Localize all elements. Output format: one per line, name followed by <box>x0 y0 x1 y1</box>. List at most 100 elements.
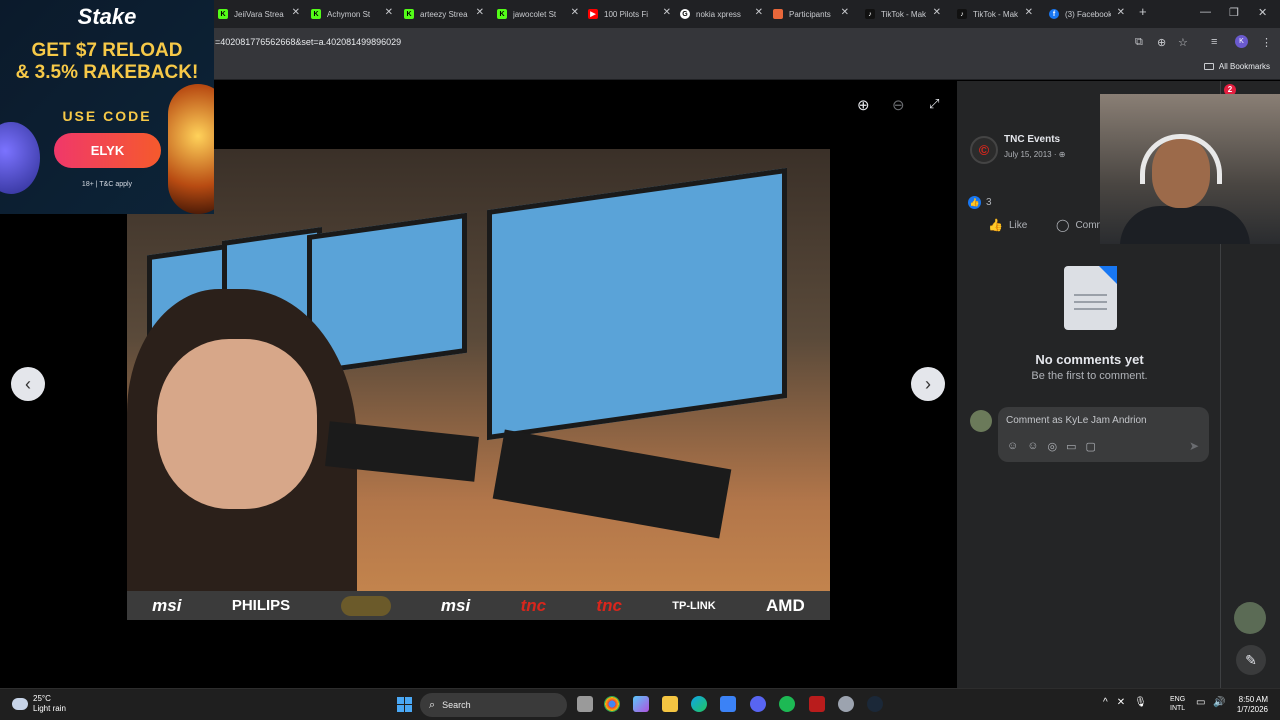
tab-tiktok-2[interactable]: ♪ TikTok - Mak ✕ <box>957 4 1033 24</box>
system-tray: ^ ✕ 🎙 <box>1103 697 1147 708</box>
discord-icon[interactable] <box>750 696 766 712</box>
close-tab-icon[interactable]: ✕ <box>841 7 849 18</box>
close-tab-icon[interactable]: ✕ <box>292 7 300 18</box>
facebook-icon: f <box>1049 9 1059 19</box>
ad-headline: GET $7 RELOAD & 3.5% RAKEBACK! <box>0 40 214 84</box>
next-photo-button[interactable]: › <box>911 367 945 401</box>
like-button[interactable]: 👍 Like <box>988 218 1027 232</box>
close-window-button[interactable]: ✕ <box>1258 6 1267 19</box>
weather-condition: Light rain <box>33 704 66 713</box>
zoom-icon[interactable]: ⊕ <box>1157 36 1166 49</box>
copilot-icon[interactable] <box>633 696 649 712</box>
globe-icon: ⊕ <box>1058 150 1066 159</box>
stake-ad-overlay[interactable]: Stake GET $7 RELOAD & 3.5% RAKEBACK! USE … <box>0 0 214 214</box>
player-face <box>157 339 317 509</box>
sponsor-logo: tnc <box>520 595 547 615</box>
tab-title: arteezy Strea <box>420 9 468 19</box>
close-tab-icon[interactable]: ✕ <box>663 7 671 18</box>
install-app-icon[interactable]: ⧉ <box>1135 36 1143 49</box>
taskbar: 25°C Light rain ⌕ Search ^ ✕ 🎙 ENG INTL ▭ 🔊… <box>0 688 1280 720</box>
bluetooth-off-icon[interactable]: ✕ <box>1117 697 1125 708</box>
reaction-count-value: 3 <box>986 197 992 208</box>
sponsor-logo: TP-LINK <box>672 599 716 612</box>
previous-photo-button[interactable]: ‹ <box>11 367 45 401</box>
search-label: Search <box>442 700 471 710</box>
zoom-in-icon[interactable]: ⊕ <box>857 96 870 114</box>
volume-icon[interactable]: 🔊 <box>1213 697 1225 708</box>
taskbar-search[interactable]: ⌕ Search <box>420 693 567 717</box>
close-tab-icon[interactable]: ✕ <box>933 7 941 18</box>
tab-nokia[interactable]: Gnokia xpress ✕ <box>680 4 763 24</box>
close-tab-icon[interactable]: ✕ <box>1117 7 1125 18</box>
all-bookmarks-label: All Bookmarks <box>1218 62 1270 71</box>
document-icon <box>1064 266 1117 330</box>
zoom-out-icon[interactable]: ⊖ <box>892 96 905 114</box>
url-field[interactable]: =402081776562668&set=a.402081499896029 <box>215 37 401 47</box>
emoji-icon[interactable]: ☺ <box>1027 440 1038 453</box>
like-reaction-icon: 👍 <box>968 196 981 209</box>
close-tab-icon[interactable]: ✕ <box>571 7 579 18</box>
microphone-icon[interactable]: 🎙 <box>1134 697 1147 708</box>
sticker-icon[interactable]: ▢ <box>1085 440 1095 453</box>
start-button[interactable] <box>397 697 412 712</box>
settings-gear-icon[interactable] <box>838 696 854 712</box>
minimize-button[interactable]: — <box>1200 6 1211 18</box>
send-icon[interactable]: ➤ <box>1189 439 1199 453</box>
tab-search-icon[interactable]: ≡ <box>1211 36 1217 48</box>
new-tab-button[interactable]: + <box>1139 4 1147 19</box>
chevron-up-icon[interactable]: ^ <box>1103 697 1108 708</box>
comment-button[interactable]: ◯ Comm <box>1056 218 1105 232</box>
tab-title: Achymon St <box>327 9 371 19</box>
page-name[interactable]: TNC Events <box>1004 134 1060 145</box>
all-bookmarks-button[interactable]: All Bookmarks <box>1203 62 1270 71</box>
chat-heads[interactable] <box>1234 602 1266 634</box>
profile-avatar[interactable]: K <box>1235 35 1248 48</box>
bookmark-star-icon[interactable]: ☆ <box>1178 36 1188 49</box>
clock[interactable]: 8:50 AM 1/7/2026 <box>1230 695 1268 715</box>
close-tab-icon[interactable]: ✕ <box>755 7 763 18</box>
tab-arteezy[interactable]: Karteezy Strea ✕ <box>404 4 484 24</box>
new-message-button[interactable]: ✎ <box>1236 645 1266 675</box>
tab-achymon[interactable]: K Achymon St ✕ <box>311 4 393 24</box>
tab-jeiivara[interactable]: K JeiiVara Strea ✕ <box>218 4 300 24</box>
weather-widget[interactable]: 25°C Light rain <box>12 694 66 714</box>
fullscreen-icon[interactable]: ⤢ <box>929 96 939 112</box>
sponsor-logo: PHILIPS <box>231 597 291 614</box>
post-date[interactable]: July 15, 2013 · ⊕ <box>1004 150 1065 159</box>
tab-participants[interactable]: Participants ✕ <box>773 4 849 24</box>
like-label: Like <box>1008 219 1028 231</box>
tab-jawocolet[interactable]: Kjawocolet St ✕ <box>497 4 579 24</box>
close-tab-icon[interactable]: ✕ <box>476 7 484 18</box>
language-indicator[interactable]: ENG INTL <box>1170 695 1185 713</box>
network-icon[interactable]: ▭ <box>1196 697 1205 708</box>
page-avatar[interactable]: © <box>970 136 998 164</box>
close-tab-icon[interactable]: ✕ <box>385 7 393 18</box>
comment-input[interactable]: Comment as KyLe Jam Andrion ☺ ☺ ◎ ▭ ▢ ➤ <box>998 407 1209 462</box>
task-view-icon[interactable] <box>577 696 593 712</box>
user-avatar[interactable] <box>970 410 992 432</box>
dota-icon[interactable] <box>809 696 825 712</box>
avatar-sticker-icon[interactable]: ☺ <box>1007 440 1018 453</box>
camera-icon[interactable]: ◎ <box>1047 440 1057 453</box>
tab-facebook[interactable]: f (3) Facebook ✕ <box>1049 4 1125 24</box>
post-photo[interactable]: msi PHILIPS msi tnc tnc TP-LINK AMD <box>127 149 830 620</box>
store-icon[interactable] <box>720 696 736 712</box>
tab-100-pilots[interactable]: ▶ 100 Pilots Fi ✕ <box>588 4 671 24</box>
menu-icon[interactable]: ⋮ <box>1261 36 1272 49</box>
file-explorer-icon[interactable] <box>662 696 678 712</box>
steam-icon[interactable] <box>867 696 883 712</box>
chrome-icon[interactable] <box>604 696 620 712</box>
close-tab-icon[interactable]: ✕ <box>1025 7 1033 18</box>
google-icon: G <box>680 9 690 19</box>
maximize-button[interactable]: ❐ <box>1229 6 1239 19</box>
edge-icon[interactable] <box>691 696 707 712</box>
ad-code-button[interactable]: ELYK <box>54 133 161 168</box>
tab-title: 100 Pilots Fi <box>604 9 649 19</box>
spotify-icon[interactable] <box>779 696 795 712</box>
kick-icon: K <box>218 9 228 19</box>
compose-icon: ✎ <box>1245 652 1257 668</box>
tab-tiktok-1[interactable]: ♪ TikTok - Mak ✕ <box>865 4 941 24</box>
reaction-count[interactable]: 👍 3 <box>968 196 992 209</box>
gif-icon[interactable]: ▭ <box>1066 440 1076 453</box>
ad-code-label: USE CODE <box>62 108 152 124</box>
